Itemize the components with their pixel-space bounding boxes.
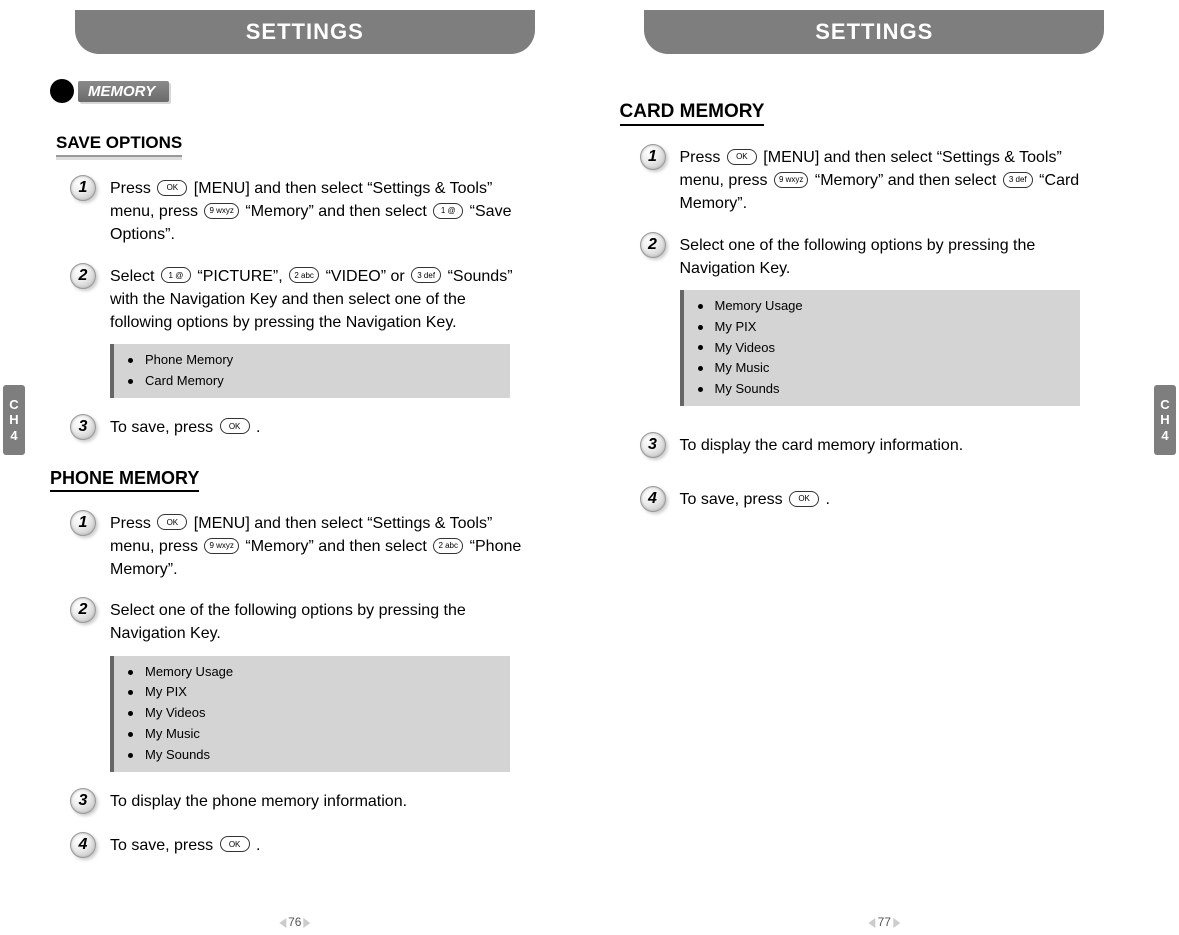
list-item: My PIX [128, 682, 496, 703]
save-step-1: 1 Press OK [MENU] and then select “Setti… [70, 177, 560, 247]
key-1-icon: 1 @ [161, 267, 191, 283]
title-banner-left: SETTINGS [75, 10, 535, 54]
heading-phone-memory: PHONE MEMORY [50, 468, 199, 492]
bullet-icon [128, 670, 133, 675]
ok-key-icon: OK [157, 180, 187, 196]
list-item: My PIX [698, 317, 1066, 338]
page-number-right: 77 [869, 915, 900, 929]
ok-key-icon: OK [157, 514, 187, 530]
card-step-3: 3 To display the card memory information… [640, 434, 1130, 460]
phone-step-1: 1 Press OK [MENU] and then select “Setti… [70, 512, 560, 582]
save-options-list: Phone Memory Card Memory [110, 344, 510, 398]
key-2-icon: 2 abc [289, 267, 319, 283]
list-item: My Videos [128, 703, 496, 724]
bullet-icon [128, 379, 133, 384]
page-title-left: SETTINGS [246, 19, 364, 45]
bullet-icon [128, 358, 133, 363]
memory-badge: MEMORY [50, 79, 560, 103]
key-2-icon: 2 abc [433, 538, 463, 554]
bullet-icon [698, 387, 703, 392]
step-number: 2 [70, 597, 96, 623]
step-number: 3 [70, 414, 96, 440]
triangle-right-icon [893, 918, 900, 928]
key-9-icon: 9 wxyz [774, 172, 808, 188]
page-right: CH4 SETTINGS CARD MEMORY 1 Press OK [MEN… [590, 0, 1179, 935]
page-spread: CH4 SETTINGS MEMORY SAVE OPTIONS 1 Press… [0, 0, 1179, 935]
triangle-right-icon [303, 918, 310, 928]
chapter-tab-left: CH4 [3, 385, 25, 455]
list-item: Card Memory [128, 371, 496, 392]
page-number-left: 76 [279, 915, 310, 929]
card-options-list: Memory Usage My PIX My Videos My Music M… [680, 290, 1080, 406]
step-number: 1 [640, 144, 666, 170]
heading-save-options: SAVE OPTIONS [56, 133, 182, 157]
bullet-icon [698, 366, 703, 371]
phone-step-4: 4 To save, press OK . [70, 834, 560, 860]
ok-key-icon: OK [220, 836, 250, 852]
step-text: Press OK [MENU] and then select “Setting… [110, 512, 530, 582]
heading-card-memory: CARD MEMORY [620, 101, 765, 126]
key-9-icon: 9 wxyz [204, 203, 238, 219]
chapter-tab-right: CH4 [1154, 385, 1176, 455]
bullet-icon [128, 711, 133, 716]
page-title-right: SETTINGS [815, 19, 933, 45]
triangle-left-icon [869, 918, 876, 928]
step-text: Select one of the following options by p… [110, 599, 530, 645]
title-banner-right: SETTINGS [644, 10, 1104, 54]
list-item: My Music [698, 358, 1066, 379]
phone-step-2: 2 Select one of the following options by… [70, 599, 560, 645]
key-3-icon: 3 def [1003, 172, 1033, 188]
key-1-icon: 1 @ [433, 203, 463, 219]
step-number: 2 [70, 263, 96, 289]
list-item: Memory Usage [698, 296, 1066, 317]
step-text: To save, press OK . [110, 416, 261, 439]
step-number: 1 [70, 510, 96, 536]
list-item: Memory Usage [128, 662, 496, 683]
step-number: 2 [640, 232, 666, 258]
triangle-left-icon [279, 918, 286, 928]
bullet-icon [698, 325, 703, 330]
key-3-icon: 3 def [411, 267, 441, 283]
step-number: 3 [70, 788, 96, 814]
bullet-icon [698, 304, 703, 309]
badge-dot-icon [50, 79, 74, 103]
step-text: Press OK [MENU] and then select “Setting… [110, 177, 530, 247]
list-item: My Sounds [128, 745, 496, 766]
step-text: Select one of the following options by p… [680, 234, 1100, 280]
key-9-icon: 9 wxyz [204, 538, 238, 554]
card-step-4: 4 To save, press OK . [640, 488, 1130, 514]
step-text: Select 1 @ “PICTURE”, 2 abc “VIDEO” or 3… [110, 265, 530, 335]
card-step-2: 2 Select one of the following options by… [640, 234, 1130, 280]
step-number: 4 [640, 486, 666, 512]
step-text: To save, press OK . [680, 488, 831, 511]
bullet-icon [128, 732, 133, 737]
step-number: 4 [70, 832, 96, 858]
bullet-icon [698, 345, 703, 350]
list-item: Phone Memory [128, 350, 496, 371]
save-step-2: 2 Select 1 @ “PICTURE”, 2 abc “VIDEO” or… [70, 265, 560, 335]
phone-step-3: 3 To display the phone memory informatio… [70, 790, 560, 816]
ok-key-icon: OK [789, 491, 819, 507]
ok-key-icon: OK [220, 418, 250, 434]
bullet-icon [128, 690, 133, 695]
badge-pill: MEMORY [78, 81, 169, 102]
list-item: My Sounds [698, 379, 1066, 400]
list-item: My Videos [698, 338, 1066, 359]
page-left: CH4 SETTINGS MEMORY SAVE OPTIONS 1 Press… [0, 0, 590, 935]
card-step-1: 1 Press OK [MENU] and then select “Setti… [640, 146, 1130, 216]
step-text: To display the card memory information. [680, 434, 964, 457]
step-text: Press OK [MENU] and then select “Setting… [680, 146, 1100, 216]
step-text: To display the phone memory information. [110, 790, 407, 813]
bullet-icon [128, 753, 133, 758]
list-item: My Music [128, 724, 496, 745]
phone-options-list: Memory Usage My PIX My Videos My Music M… [110, 656, 510, 772]
save-step-3: 3 To save, press OK . [70, 416, 560, 442]
step-number: 1 [70, 175, 96, 201]
step-text: To save, press OK . [110, 834, 261, 857]
step-number: 3 [640, 432, 666, 458]
ok-key-icon: OK [727, 149, 757, 165]
